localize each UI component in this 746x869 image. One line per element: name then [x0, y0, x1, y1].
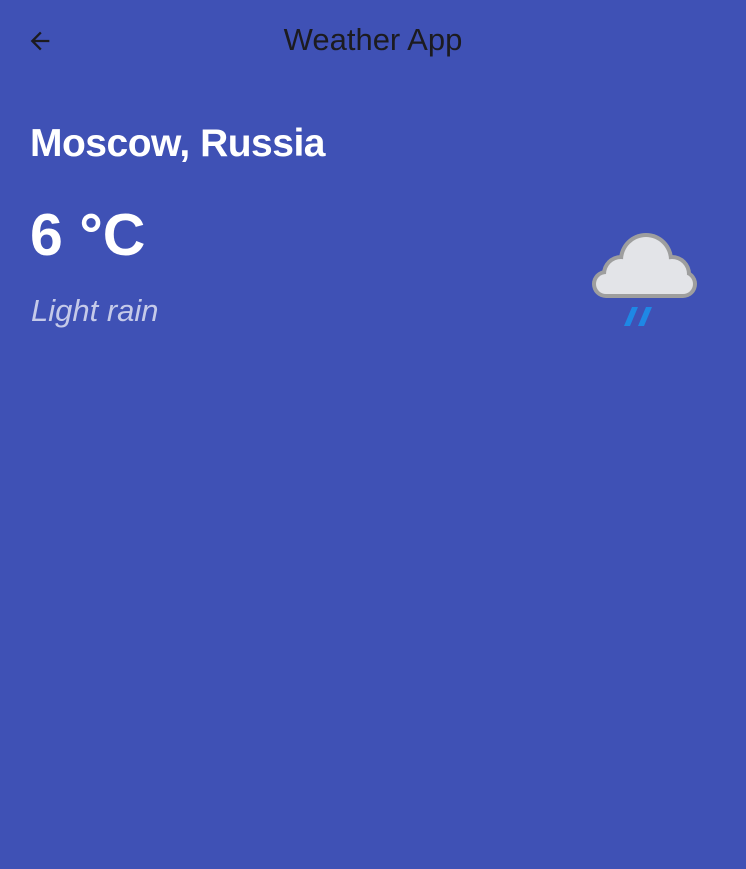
- app-bar: Weather App: [0, 0, 746, 82]
- weather-description: Light rain: [31, 293, 159, 328]
- temperature-value: 6 °C: [30, 202, 146, 268]
- city-name: Moscow, Russia: [30, 122, 325, 165]
- app-title: Weather App: [283, 22, 463, 57]
- cloud-rain-icon: [592, 233, 697, 326]
